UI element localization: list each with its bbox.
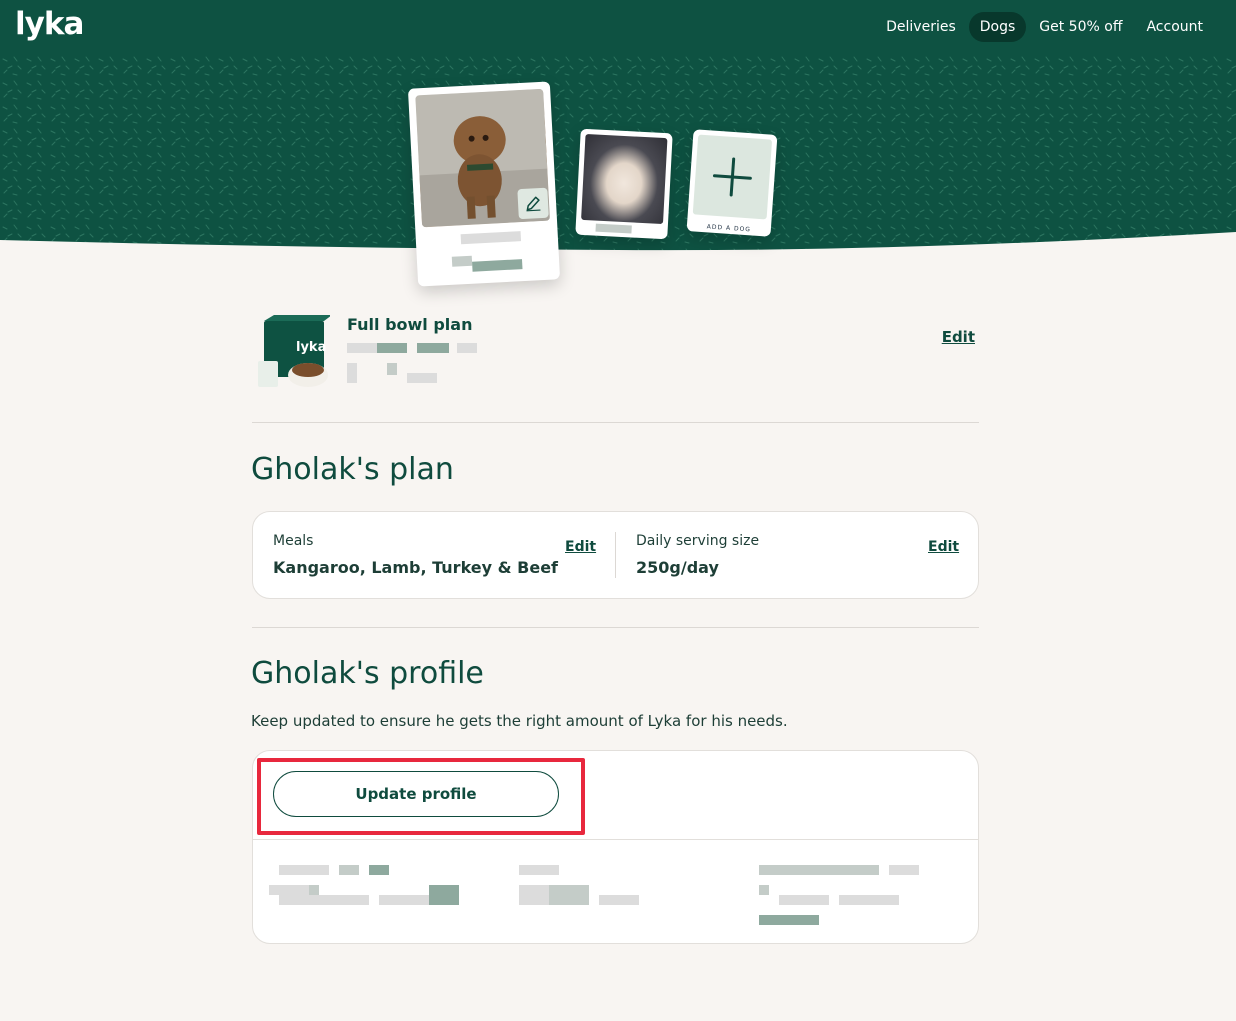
divider [252, 627, 979, 628]
redacted-block [549, 885, 589, 905]
nav-link-deliveries[interactable]: Deliveries [875, 12, 967, 42]
redacted-block [451, 255, 473, 267]
redacted-block [779, 895, 829, 905]
profile-heading: Gholak's profile [251, 656, 484, 691]
serving-edit-link[interactable]: Edit [928, 539, 959, 555]
serving-value: 250g/day [636, 558, 719, 577]
redacted-block [599, 895, 639, 905]
redacted-block [377, 343, 407, 353]
redacted-block [759, 915, 819, 925]
add-dog-card[interactable]: ADD A DOG [686, 129, 778, 237]
redacted-block [279, 895, 369, 905]
card-separator [615, 532, 616, 578]
meals-label: Meals [273, 533, 314, 549]
svg-text:lyka: lyka [296, 340, 326, 355]
top-nav: lyka Deliveries Dogs Get 50% off Account [0, 0, 1236, 54]
plan-details-card: Meals Kangaroo, Lamb, Turkey & Beef Edit… [252, 511, 979, 599]
redacted-block [839, 895, 899, 905]
redacted-block [595, 223, 632, 234]
redacted-block [269, 885, 309, 895]
meals-edit-link[interactable]: Edit [565, 539, 596, 555]
add-dog-tile [692, 134, 773, 220]
redacted-block [519, 865, 559, 875]
redacted-block [457, 343, 477, 353]
redacted-block [429, 885, 459, 905]
plan-heading: Gholak's plan [251, 452, 454, 487]
redacted-block [759, 885, 769, 895]
divider [252, 422, 979, 423]
card-separator [253, 839, 978, 840]
dog-name-redacted [460, 231, 522, 245]
highlight-box [257, 758, 585, 835]
lyka-logo[interactable]: lyka [15, 6, 84, 42]
redacted-block [339, 865, 359, 875]
redacted-block [407, 373, 437, 383]
redacted-block [347, 343, 377, 353]
plan-edit-link[interactable]: Edit [942, 328, 975, 346]
dog-card-primary[interactable] [407, 81, 561, 287]
serving-label: Daily serving size [636, 533, 760, 549]
redacted-block [347, 363, 357, 383]
nav-links: Deliveries Dogs Get 50% off Account [873, 12, 1214, 42]
dog-card-secondary[interactable] [575, 128, 673, 240]
redacted-block [472, 259, 523, 272]
nav-link-account[interactable]: Account [1135, 12, 1214, 42]
nav-link-get-50-off[interactable]: Get 50% off [1028, 12, 1133, 42]
plan-summary-row: lyka Full bowl plan Edit [252, 315, 979, 395]
redacted-block [369, 865, 389, 875]
redacted-block [279, 865, 329, 875]
plus-icon [712, 157, 752, 197]
redacted-block [379, 895, 429, 905]
pencil-icon [526, 196, 541, 212]
redacted-block [889, 865, 919, 875]
nav-link-dogs[interactable]: Dogs [968, 12, 1027, 42]
dog-photo-secondary [581, 133, 668, 225]
plan-type-title: Full bowl plan [347, 315, 473, 334]
profile-subtitle: Keep updated to ensure he gets the right… [251, 712, 788, 730]
redacted-block [759, 865, 879, 875]
redacted-block [309, 885, 319, 895]
product-box-image: lyka [254, 315, 332, 391]
redacted-block [417, 343, 449, 353]
redacted-block [387, 363, 397, 375]
edit-photo-button[interactable] [517, 187, 549, 220]
redacted-block [519, 885, 549, 905]
meals-value: Kangaroo, Lamb, Turkey & Beef [273, 558, 559, 577]
